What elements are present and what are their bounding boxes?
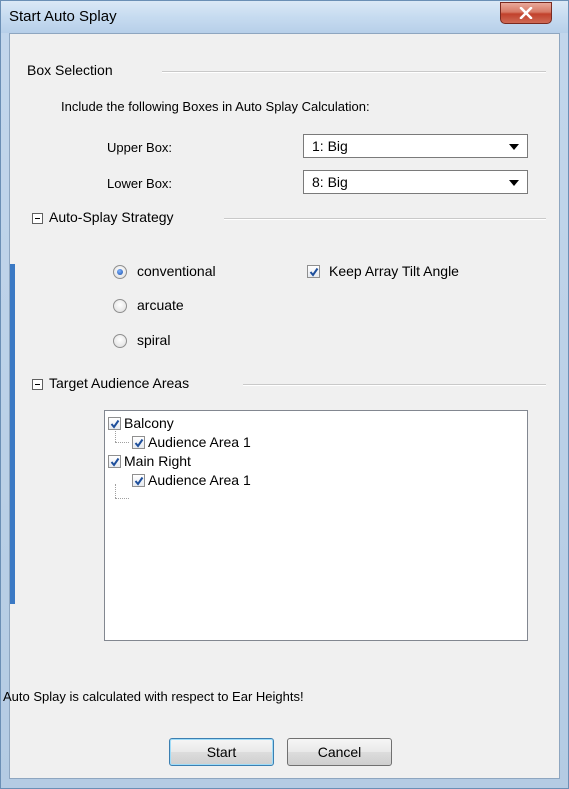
ear-heights-note: Auto Splay is calculated with respect to…: [3, 689, 304, 704]
window-title: Start Auto Splay: [9, 8, 117, 25]
title-bar[interactable]: Start Auto Splay: [1, 1, 568, 33]
tree-connector: [115, 484, 116, 498]
tree-item-label: Balcony: [124, 415, 174, 431]
radio-arcuate-label[interactable]: arcuate: [137, 297, 184, 313]
tree-item-label: Audience Area 1: [148, 472, 251, 488]
tree-connector: [115, 498, 129, 499]
balcony-checkbox[interactable]: [108, 417, 121, 430]
start-button[interactable]: Start: [169, 738, 274, 766]
tree-connector: [115, 428, 116, 442]
box-selection-title: Box Selection: [27, 62, 113, 78]
audience-divider: [243, 384, 546, 386]
dialog-window: Start Auto Splay Box Selection Include t…: [0, 0, 569, 789]
chevron-down-icon: [509, 144, 519, 150]
dialog-client-area: Box Selection Include the following Boxe…: [3, 33, 560, 779]
balcony-area-1-checkbox[interactable]: [132, 436, 145, 449]
box-selection-divider: [162, 71, 546, 73]
radio-conventional-label[interactable]: conventional: [137, 263, 216, 279]
keep-tilt-checkbox[interactable]: [307, 265, 320, 278]
radio-spiral[interactable]: [113, 334, 127, 348]
cancel-button[interactable]: Cancel: [287, 738, 392, 766]
checkmark-icon: [309, 267, 319, 277]
lower-box-label: Lower Box:: [107, 176, 173, 191]
focus-accent-strip: [10, 264, 15, 604]
lower-box-select[interactable]: 8: Big: [303, 170, 528, 194]
upper-box-label: Upper Box:: [107, 140, 173, 155]
checkmark-icon: [110, 457, 120, 467]
close-button[interactable]: [500, 2, 552, 24]
upper-box-value: 1: Big: [312, 138, 348, 154]
main-right-checkbox[interactable]: [108, 455, 121, 468]
strategy-divider: [224, 218, 546, 220]
tree-item-label: Main Right: [124, 453, 191, 469]
radio-spiral-label[interactable]: spiral: [137, 332, 170, 348]
strategy-title: Auto-Splay Strategy: [49, 209, 174, 225]
audience-title: Target Audience Areas: [49, 375, 190, 391]
checkmark-icon: [134, 438, 144, 448]
checkmark-icon: [110, 419, 120, 429]
upper-box-select[interactable]: 1: Big: [303, 134, 528, 158]
main-right-area-1-checkbox[interactable]: [132, 474, 145, 487]
audience-collapse-icon[interactable]: [32, 379, 43, 390]
lower-box-value: 8: Big: [312, 174, 348, 190]
tree-item-label: Audience Area 1: [148, 434, 251, 450]
radio-arcuate[interactable]: [113, 299, 127, 313]
radio-conventional[interactable]: [113, 265, 127, 279]
tree-connector: [115, 442, 129, 443]
strategy-collapse-icon[interactable]: [32, 213, 43, 224]
chevron-down-icon: [509, 180, 519, 186]
audience-tree[interactable]: Balcony Audience Area 1 Main Right Audie…: [104, 410, 528, 641]
keep-tilt-label[interactable]: Keep Array Tilt Angle: [329, 263, 459, 279]
box-selection-instruction: Include the following Boxes in Auto Spla…: [61, 99, 370, 114]
close-icon: [519, 7, 533, 19]
checkmark-icon: [134, 476, 144, 486]
